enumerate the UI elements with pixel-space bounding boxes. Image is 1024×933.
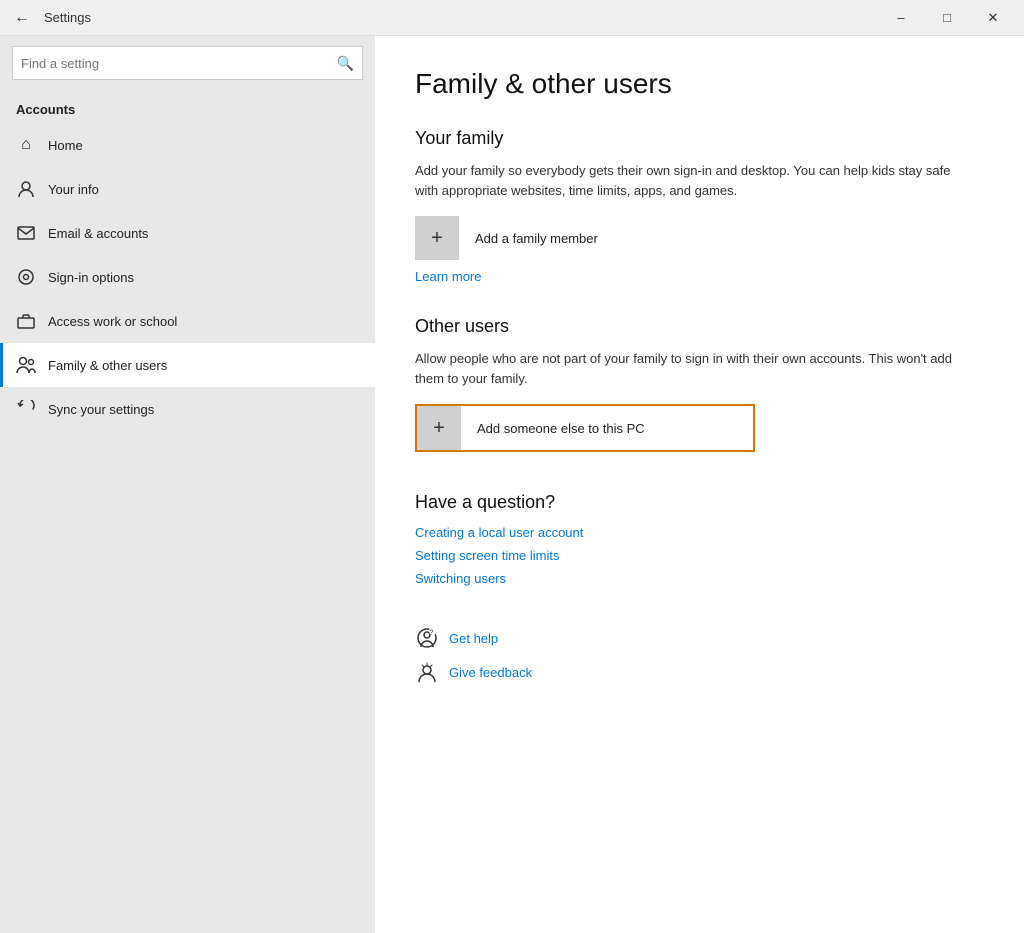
title-bar: ← Settings – □ ✕ [0,0,1024,36]
minimize-button[interactable]: – [878,0,924,36]
add-family-member-button[interactable]: + Add a family member [415,216,984,260]
family-icon [16,355,36,375]
give-feedback-label[interactable]: Give feedback [449,665,532,680]
home-icon: ⌂ [16,135,36,155]
other-users-section-title: Other users [415,316,984,337]
page-title: Family & other users [415,68,984,100]
link-local-user-account[interactable]: Creating a local user account [415,525,984,540]
person-icon [16,179,36,199]
get-help-row[interactable]: ? Get help [415,626,984,650]
search-input[interactable] [21,56,337,71]
question-section-title: Have a question? [415,492,984,513]
get-help-label[interactable]: Get help [449,631,498,646]
signin-icon [16,267,36,287]
question-section: Have a question? Creating a local user a… [415,492,984,586]
learn-more-link[interactable]: Learn more [415,269,481,284]
main-layout: 🔍 Accounts ⌂ Home Your info [0,36,1024,933]
add-someone-button[interactable]: + Add someone else to this PC [415,404,755,452]
content-area: Family & other users Your family Add you… [375,36,1024,933]
sidebar: 🔍 Accounts ⌂ Home Your info [0,36,375,933]
search-icon: 🔍 [337,55,354,72]
sidebar-item-label-access-work: Access work or school [48,314,177,329]
search-bar[interactable]: 🔍 [12,46,363,80]
sidebar-item-access-work[interactable]: Access work or school [0,299,375,343]
add-someone-label: Add someone else to this PC [461,421,661,436]
sidebar-item-label-email: Email & accounts [48,226,148,241]
sidebar-item-family-users[interactable]: Family & other users [0,343,375,387]
maximize-button[interactable]: □ [924,0,970,36]
add-family-icon: + [415,216,459,260]
svg-text:?: ? [430,630,434,637]
back-button[interactable]: ← [8,4,36,32]
email-icon [16,223,36,243]
add-someone-icon: + [417,406,461,450]
sidebar-item-label-your-info: Your info [48,182,99,197]
sidebar-section-label: Accounts [0,90,375,123]
link-switching-users[interactable]: Switching users [415,571,984,586]
sidebar-item-label-home: Home [48,138,83,153]
sidebar-item-label-signin: Sign-in options [48,270,134,285]
your-family-description: Add your family so everybody gets their … [415,161,975,200]
sidebar-item-sync-settings[interactable]: Sync your settings [0,387,375,431]
add-family-label: Add a family member [459,231,614,246]
sidebar-item-sign-in-options[interactable]: Sign-in options [0,255,375,299]
app-title: Settings [44,10,878,25]
sidebar-item-your-info[interactable]: Your info [0,167,375,211]
link-screen-time-limits[interactable]: Setting screen time limits [415,548,984,563]
briefcase-icon [16,311,36,331]
close-button[interactable]: ✕ [970,0,1016,36]
sidebar-item-label-sync: Sync your settings [48,402,154,417]
sync-icon [16,399,36,419]
give-feedback-icon [415,660,439,684]
window-controls: – □ ✕ [878,0,1016,36]
other-users-description: Allow people who are not part of your fa… [415,349,975,388]
sidebar-item-home[interactable]: ⌂ Home [0,123,375,167]
give-feedback-row[interactable]: Give feedback [415,660,984,684]
get-help-icon: ? [415,626,439,650]
sidebar-item-email-accounts[interactable]: Email & accounts [0,211,375,255]
sidebar-item-label-family: Family & other users [48,358,167,373]
your-family-section-title: Your family [415,128,984,149]
